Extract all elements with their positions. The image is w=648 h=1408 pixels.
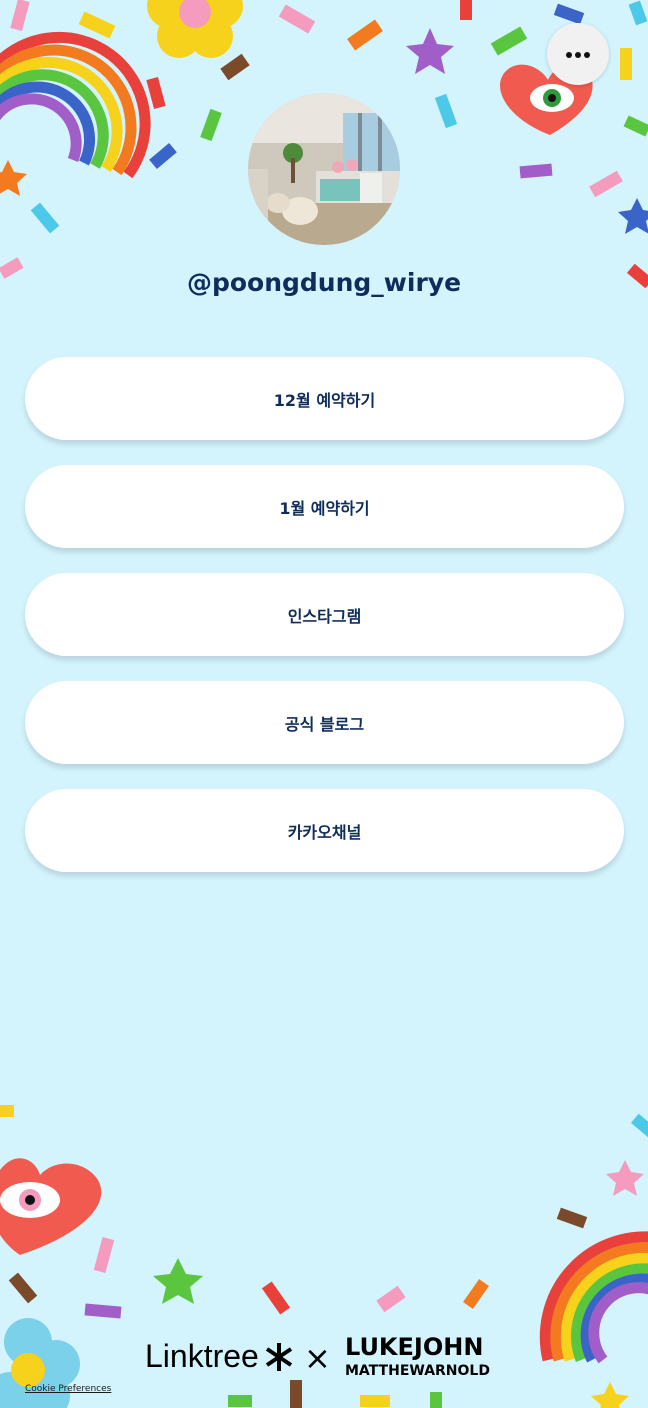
- collab-separator: ×: [304, 1339, 331, 1377]
- link-button-kakao-channel[interactable]: 카카오채널: [25, 789, 624, 872]
- profile-username: @poongdung_wirye: [186, 268, 462, 297]
- collab-artist-line2: MATTHEWARNOLD: [345, 1363, 490, 1379]
- flower-bottom: [0, 1318, 80, 1408]
- heart-eye-bottom: [0, 1158, 102, 1255]
- cookie-preferences-link[interactable]: Cookie Preferences: [25, 1384, 111, 1394]
- linktree-logo-text: Linktree: [145, 1338, 259, 1374]
- link-button-january-booking[interactable]: 1월 예약하기: [25, 465, 624, 548]
- star-green: [153, 1258, 203, 1304]
- avatar: [248, 93, 400, 245]
- more-options-button[interactable]: [547, 23, 609, 85]
- footer-branding[interactable]: Linktree × LUKEJOHN MATTHEWARNOLD: [145, 1331, 505, 1379]
- rainbow-top-left: [0, 31, 151, 179]
- rainbow-bottom-right: [539, 1231, 648, 1364]
- link-list: 12월 예약하기 1월 예약하기 인스타그램 공식 블로그 카카오채널: [25, 357, 624, 897]
- linktree-asterisk-icon: [265, 1343, 293, 1371]
- star-orange: [0, 160, 27, 196]
- link-button-instagram[interactable]: 인스타그램: [25, 573, 624, 656]
- link-button-official-blog[interactable]: 공식 블로그: [25, 681, 624, 764]
- star-pink: [606, 1160, 644, 1196]
- star-blue: [618, 198, 648, 234]
- star-purple: [406, 28, 454, 74]
- collab-artist-line1: LUKEJOHN: [345, 1333, 483, 1361]
- avatar-photo: [248, 93, 400, 245]
- star-yellow: [591, 1382, 629, 1408]
- more-horizontal-icon: [565, 47, 591, 62]
- flower-top: [147, 0, 243, 58]
- link-button-december-booking[interactable]: 12월 예약하기: [25, 357, 624, 440]
